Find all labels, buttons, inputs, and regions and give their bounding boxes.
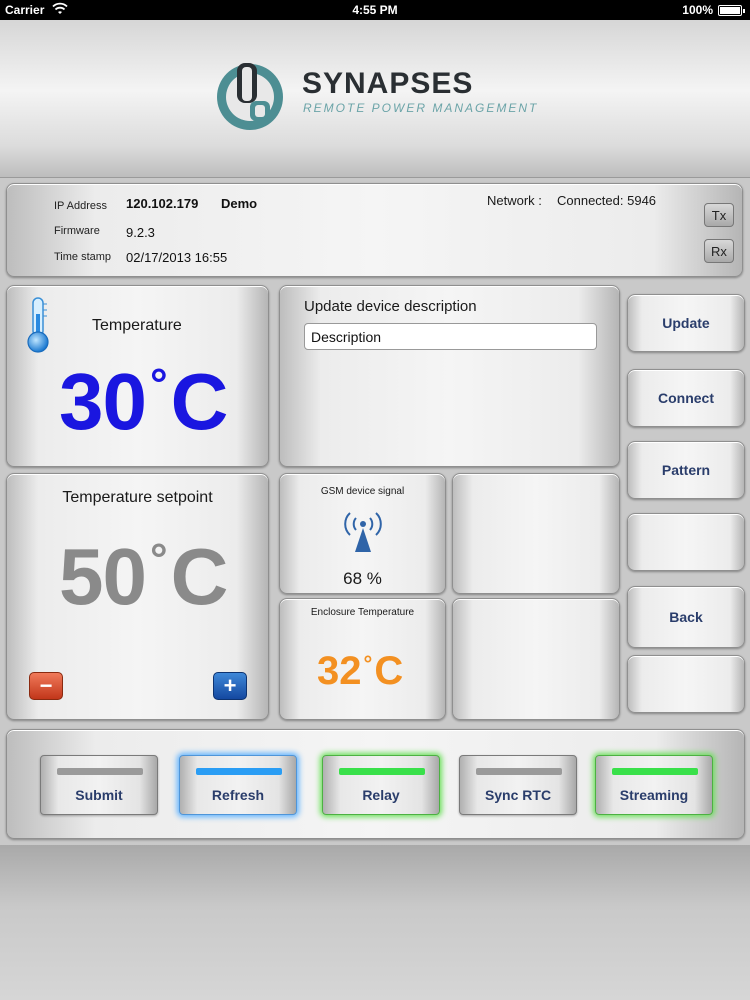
setpoint-panel: Temperature setpoint 50°C − +: [6, 473, 269, 720]
battery-percent: 100%: [682, 3, 713, 17]
submit-button[interactable]: Submit: [40, 755, 158, 815]
relay-button[interactable]: Relay: [322, 755, 440, 815]
logo-mark-icon: [217, 63, 283, 130]
increase-setpoint-button[interactable]: +: [213, 672, 247, 700]
empty-panel: [452, 473, 620, 594]
temperature-label: Temperature: [92, 317, 182, 334]
refresh-button[interactable]: Refresh: [179, 755, 297, 815]
network-status: Connected: 5946: [557, 193, 657, 208]
pattern-button[interactable]: Pattern: [627, 441, 745, 499]
description-label: Update device description: [304, 298, 477, 315]
status-led: [196, 768, 282, 775]
back-button[interactable]: Back: [627, 586, 745, 648]
firmware-value: 9.2.3: [126, 225, 155, 240]
refresh-button-label: Refresh: [211, 787, 265, 803]
description-input[interactable]: [304, 323, 597, 350]
bottom-toolbar: Submit Refresh Relay Sync RTC Streaming: [6, 729, 745, 839]
empty-panel: [452, 598, 620, 720]
signal-tower-icon: [344, 512, 382, 552]
device-info-panel: IP Address 120.102.179 Demo Firmware 9.2…: [6, 183, 743, 277]
sync-rtc-button[interactable]: Sync RTC: [459, 755, 577, 815]
description-panel: Update device description: [279, 285, 620, 467]
gsm-label: GSM device signal: [320, 486, 405, 497]
enclosure-temperature-label: Enclosure Temperature: [310, 607, 415, 618]
footer-area: [0, 845, 750, 1000]
status-led: [476, 768, 562, 775]
ip-value: 120.102.179: [126, 196, 199, 211]
gsm-signal-panel: GSM device signal 68 %: [279, 473, 446, 594]
decrease-setpoint-button[interactable]: −: [29, 672, 63, 700]
device-name: Demo: [221, 196, 258, 211]
logo: SYNAPSES REMOTE POWER MANAGEMENT: [210, 55, 570, 135]
logo-subtitle: REMOTE POWER MANAGEMENT: [303, 101, 539, 115]
connect-button[interactable]: Connect: [627, 369, 745, 427]
submit-button-label: Submit: [75, 787, 123, 803]
streaming-button-label: Streaming: [619, 787, 689, 803]
timestamp-label: Time stamp: [54, 251, 112, 263]
status-led: [57, 768, 143, 775]
status-led: [339, 768, 425, 775]
temperature-panel: Temperature 30°C: [6, 285, 269, 467]
update-button[interactable]: Update: [627, 294, 745, 352]
setpoint-value: 50°C: [59, 532, 228, 621]
ip-label: IP Address: [54, 200, 107, 212]
app-header: SYNAPSES REMOTE POWER MANAGEMENT: [0, 20, 750, 178]
blank-side-button[interactable]: [627, 513, 745, 571]
tx-button[interactable]: Tx: [704, 203, 734, 227]
network-label: Network :: [487, 193, 542, 208]
logo-title: SYNAPSES: [302, 67, 474, 100]
enclosure-temperature-value: 32°C: [317, 649, 404, 693]
timestamp-value: 02/17/2013 16:55: [126, 250, 228, 265]
status-led: [612, 768, 698, 775]
temperature-value: 30°C: [59, 357, 228, 446]
blank-side-button[interactable]: [627, 655, 745, 713]
enclosure-temperature-panel: Enclosure Temperature 32°C: [279, 598, 446, 720]
firmware-label: Firmware: [54, 225, 100, 237]
relay-button-label: Relay: [362, 787, 400, 803]
rx-button[interactable]: Rx: [704, 239, 734, 263]
thermometer-icon: [27, 297, 49, 353]
battery-icon: [718, 5, 745, 16]
clock: 4:55 PM: [352, 3, 398, 17]
setpoint-label: Temperature setpoint: [62, 489, 213, 506]
sync-rtc-button-label: Sync RTC: [484, 787, 552, 803]
status-bar: Carrier 4:55 PM 100%: [0, 0, 750, 20]
gsm-signal-value: 68 %: [343, 569, 382, 588]
streaming-button[interactable]: Streaming: [595, 755, 713, 815]
